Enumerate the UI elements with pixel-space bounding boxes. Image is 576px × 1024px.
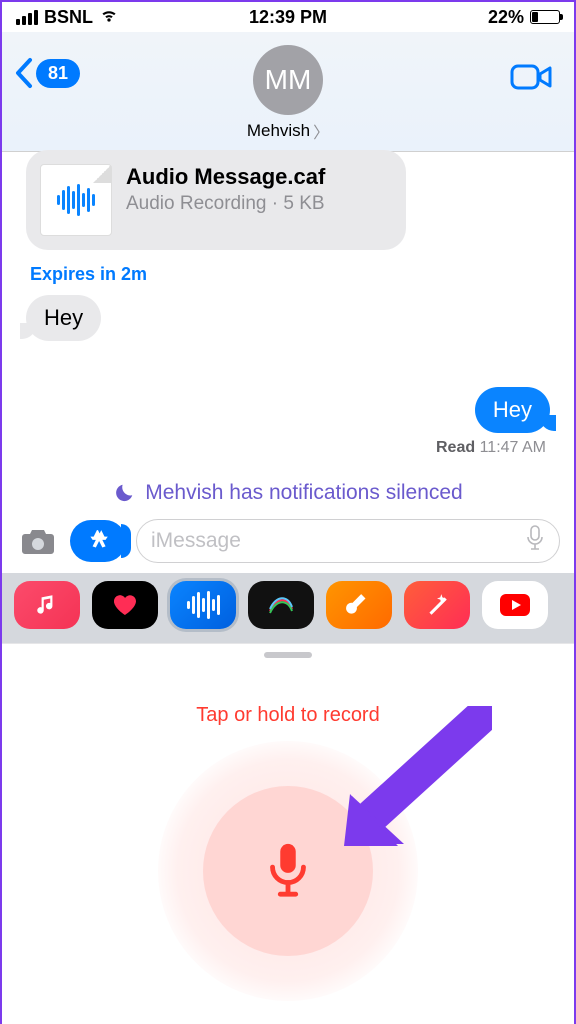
moon-icon bbox=[113, 482, 135, 504]
microphone-icon bbox=[525, 525, 545, 551]
waveform-icon bbox=[57, 184, 95, 216]
record-halo bbox=[158, 741, 418, 1001]
drag-handle[interactable] bbox=[264, 652, 312, 658]
app-audio-message[interactable] bbox=[170, 581, 236, 629]
record-button[interactable] bbox=[203, 786, 373, 956]
app-apple-music[interactable] bbox=[14, 581, 80, 629]
incoming-message[interactable]: Hey bbox=[26, 295, 101, 341]
audio-record-panel: Tap or hold to record bbox=[2, 643, 574, 1024]
imessage-app-strip[interactable] bbox=[2, 573, 574, 643]
wifi-icon bbox=[99, 5, 119, 30]
waveform-icon bbox=[187, 591, 220, 619]
expiry-label: Expires in 2m bbox=[30, 264, 558, 285]
camera-icon bbox=[19, 525, 57, 557]
facetime-button[interactable] bbox=[510, 62, 554, 97]
read-receipt: Read 11:47 AM bbox=[18, 439, 558, 457]
contact-avatar[interactable]: MM bbox=[253, 45, 323, 115]
app-store-icon bbox=[85, 528, 111, 554]
status-bar: BSNL 12:39 PM 22% bbox=[2, 2, 574, 32]
app-digital-touch[interactable] bbox=[92, 581, 158, 629]
music-note-icon bbox=[34, 592, 60, 618]
cellular-signal-icon bbox=[16, 10, 38, 25]
camera-button[interactable] bbox=[16, 520, 60, 562]
conversation-scroll[interactable]: Audio Message.caf Audio Recording · 5 KB… bbox=[2, 150, 574, 505]
app-effects[interactable] bbox=[404, 581, 470, 629]
unread-badge: 81 bbox=[36, 59, 80, 88]
conversation-header: 81 MM Mehvish 〉 bbox=[2, 32, 574, 152]
back-button[interactable]: 81 bbox=[12, 56, 80, 90]
app-garageband[interactable] bbox=[326, 581, 392, 629]
attachment-subtitle: Audio Recording · 5 KB bbox=[126, 192, 325, 217]
brush-icon bbox=[266, 593, 296, 617]
wand-icon bbox=[424, 592, 450, 618]
attachment-title: Audio Message.caf bbox=[126, 164, 325, 190]
record-hint: Tap or hold to record bbox=[196, 704, 379, 727]
outgoing-message[interactable]: Hey bbox=[475, 387, 550, 433]
message-input[interactable]: iMessage bbox=[136, 519, 560, 563]
app-store-button[interactable] bbox=[70, 520, 126, 562]
dnd-notice: Mehvish has notifications silenced bbox=[18, 481, 558, 505]
carrier-label: BSNL bbox=[44, 7, 93, 28]
battery-icon bbox=[530, 10, 560, 24]
dictation-button[interactable] bbox=[525, 525, 545, 557]
microphone-icon bbox=[259, 842, 317, 900]
message-placeholder: iMessage bbox=[151, 529, 241, 553]
contact-name: Mehvish bbox=[247, 121, 310, 141]
heart-icon bbox=[110, 593, 140, 617]
audio-attachment-bubble[interactable]: Audio Message.caf Audio Recording · 5 KB bbox=[26, 150, 406, 250]
clock: 12:39 PM bbox=[249, 7, 327, 28]
video-camera-icon bbox=[510, 62, 554, 92]
composer-row: iMessage bbox=[2, 505, 574, 573]
app-youtube[interactable] bbox=[482, 581, 548, 629]
chevron-left-icon bbox=[12, 56, 36, 90]
file-icon bbox=[40, 164, 112, 236]
battery-percent: 22% bbox=[488, 7, 524, 28]
app-drawing[interactable] bbox=[248, 581, 314, 629]
contact-name-button[interactable]: Mehvish 〉 bbox=[247, 119, 329, 143]
youtube-icon bbox=[500, 594, 530, 616]
chevron-right-icon: 〉 bbox=[313, 119, 329, 143]
guitar-icon bbox=[346, 592, 372, 618]
